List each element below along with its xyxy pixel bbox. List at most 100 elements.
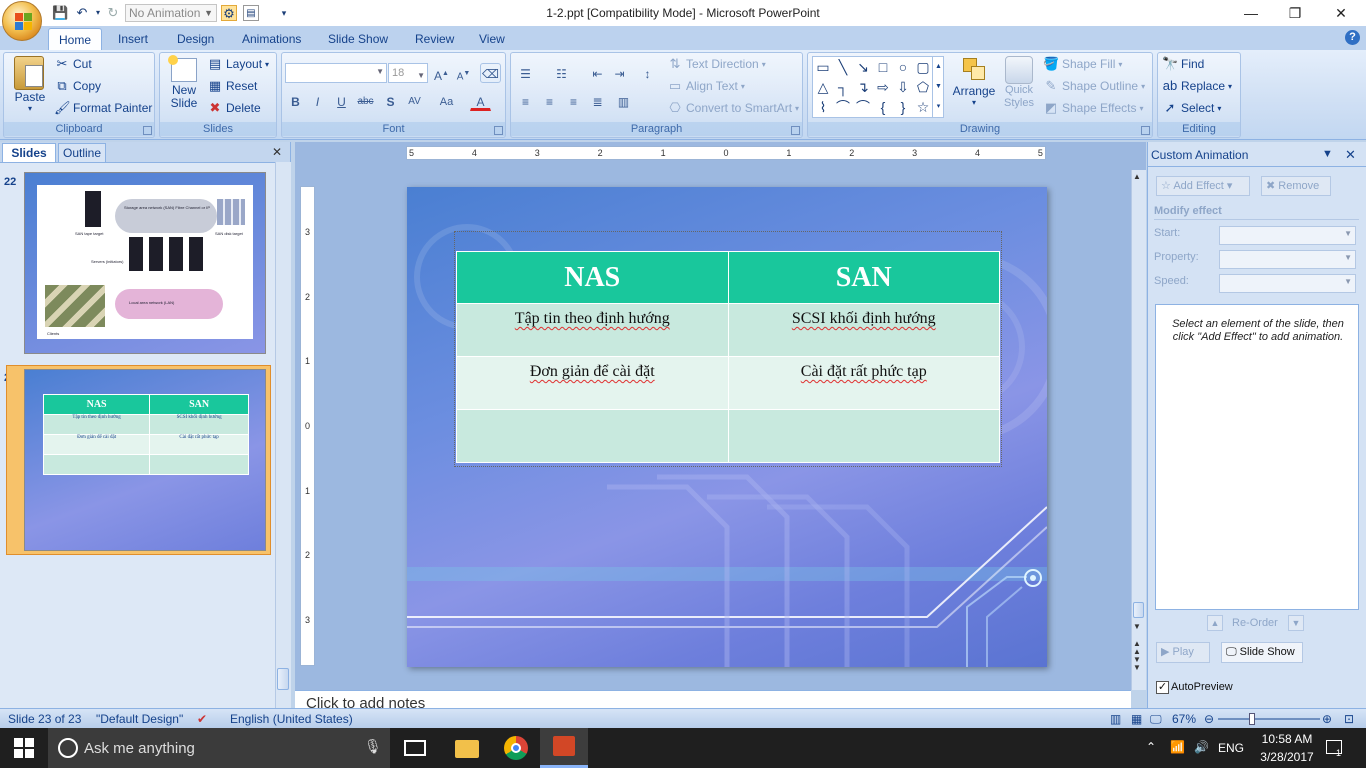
network-icon[interactable]: 📶 [1170,740,1185,754]
undo-dropdown-icon[interactable]: ▾ [90,5,106,21]
notes-pane[interactable]: Click to add notes [295,690,1131,708]
move-up-icon[interactable]: ▲ [1207,615,1223,631]
table-cell[interactable]: Cài đặt rất phức tạp [727,356,1000,410]
block-shape-icon[interactable]: ⬠ [913,77,933,97]
close-icon[interactable]: ✕ [272,145,282,159]
task-view-icon[interactable] [404,740,426,756]
microphone-icon[interactable]: 🎙 [364,738,382,755]
powerpoint-taskbar-button[interactable] [540,728,588,768]
curve-connector-icon[interactable]: ⌒ [853,97,873,117]
zoom-in-icon[interactable]: ⊕ [1322,711,1332,727]
shapes-gallery[interactable]: ▭ ╲ ↘ □ ○ ▢ △ ┐ ↴ ⇨ ⇩ ⬠ ⌇ ⌒ ⌒ { } ☆ ▲ ▼ ▾ [812,56,944,118]
align-center-icon[interactable]: ≡ [539,91,560,111]
new-slide-button[interactable]: New Slide [164,55,204,120]
tab-home[interactable]: Home [48,28,103,50]
text-direction-button[interactable]: ⇅ Text Direction ▾ [667,54,766,74]
table-cell[interactable] [727,409,1000,463]
add-effect-button[interactable]: ☆ Add Effect ▾ [1156,176,1250,196]
arrange-button[interactable]: Arrange ▾ [950,56,998,118]
change-case-icon[interactable]: Aa [436,91,457,111]
next-slide-icon[interactable]: ▼ ▼ [1133,656,1141,672]
close-button[interactable]: ✕ [1318,0,1364,26]
elbow-connector-icon[interactable]: ┐ [833,77,853,97]
preview-animation-icon[interactable]: ⚙ [221,5,237,21]
speed-select[interactable]: ▼ [1219,274,1356,293]
table-header-san[interactable]: SAN [727,251,1000,304]
edit-area-scroll-thumb[interactable] [1133,602,1144,618]
select-button[interactable]: ➚ Select ▾ [1162,98,1222,118]
search-box[interactable]: Ask me anything 🎙 [48,728,390,768]
copy-button[interactable]: ⧉ Copy [54,76,101,96]
shape-outline-button[interactable]: ✎ Shape Outline ▾ [1043,76,1146,96]
slides-panel-scrollbar[interactable] [275,162,291,708]
property-select[interactable]: ▼ [1219,250,1356,269]
table-cell[interactable] [456,409,729,463]
autopreview-checkbox[interactable]: ✓ [1156,681,1169,694]
remove-button[interactable]: ✖ Remove [1261,176,1331,196]
underline-icon[interactable]: U [331,91,352,111]
slide-icon[interactable]: ▤ [243,5,259,21]
zoom-level[interactable]: 67% [1172,711,1196,727]
gallery-scroll[interactable]: ▲ ▼ ▾ [932,57,944,117]
shape-effects-button[interactable]: ◩ Shape Effects ▾ [1043,98,1144,118]
windows-start-icon[interactable] [14,738,34,758]
justify-icon[interactable]: ≣ [587,91,608,111]
tab-view[interactable]: View [469,28,515,50]
slide-show-button[interactable]: 🖵 Slide Show [1221,642,1303,663]
line-spacing-icon[interactable]: ↕ [637,63,658,83]
start-select[interactable]: ▼ [1219,226,1356,245]
table-cell[interactable]: SCSI khối định hướng [727,303,1000,357]
numbering-icon[interactable]: ☷ [551,63,572,83]
fit-to-window-icon[interactable]: ⊡ [1344,711,1354,727]
align-left-icon[interactable]: ≡ [515,91,536,111]
restore-button[interactable]: ❐ [1272,0,1318,26]
layout-button[interactable]: ▤ Layout ▾ [207,54,269,74]
animation-list[interactable] [1155,304,1359,610]
right-brace-icon[interactable]: } [893,97,913,117]
triangle-shape-icon[interactable]: △ [813,77,833,97]
zoom-slider-track[interactable] [1218,718,1320,720]
star-shape-icon[interactable]: ☆ [913,97,933,117]
char-spacing-icon[interactable]: AV [404,91,425,111]
input-language[interactable]: ENG [1218,741,1244,755]
tab-review[interactable]: Review [405,28,464,50]
font-color-icon[interactable]: A [470,91,491,111]
minimize-button[interactable]: — [1228,0,1274,26]
tab-slides[interactable]: Slides [2,143,56,162]
bullets-icon[interactable]: ☰ [515,63,536,83]
animation-select[interactable]: No Animation ▼ [125,4,217,22]
font-family-combo[interactable]: ▼ [285,63,387,83]
grow-font-icon[interactable]: A▲ [431,63,452,83]
strikethrough-icon[interactable]: abc [355,91,376,111]
quick-styles-button[interactable]: Quick Styles [1000,56,1038,118]
file-explorer-icon[interactable] [455,740,479,758]
elbow-arrow-icon[interactable]: ↴ [853,77,873,97]
clock-date[interactable]: 3/28/2017 [1256,750,1318,764]
close-icon[interactable]: ✕ [1345,147,1356,163]
volume-icon[interactable]: 🔊 [1194,740,1209,754]
previous-slide-icon[interactable]: ▲ ▲ [1133,640,1141,656]
show-hidden-icons-icon[interactable]: ⌃ [1146,740,1156,754]
tab-outline[interactable]: Outline [58,143,106,162]
language-indicator[interactable]: English (United States) [230,711,353,727]
help-icon[interactable]: ? [1345,30,1360,45]
tab-insert[interactable]: Insert [108,28,158,50]
delete-button[interactable]: ✖ Delete [207,98,261,118]
tab-animations[interactable]: Animations [232,28,311,50]
slide-sorter-view-icon[interactable]: ▦ [1131,711,1142,727]
shadow-icon[interactable]: S [380,91,401,111]
shrink-font-icon[interactable]: A▼ [453,63,474,83]
find-button[interactable]: 🔭 Find [1162,54,1204,74]
table-cell[interactable]: Tập tin theo định hướng [456,303,729,357]
align-text-button[interactable]: ▭ Align Text ▾ [667,76,745,96]
rectangle-shape-icon[interactable]: □ [873,57,893,77]
shape-fill-button[interactable]: 🪣 Shape Fill ▾ [1043,54,1122,74]
comparison-table[interactable]: NAS SAN Tập tin theo định hướng SCSI khố… [456,251,1000,463]
arc-shape-icon[interactable]: ⌒ [833,97,853,117]
clear-formatting-icon[interactable]: ⌫ [480,63,501,83]
customize-qat-icon[interactable]: ▾ [276,5,292,21]
rounded-rect-shape-icon[interactable]: ▢ [913,57,933,77]
dialog-launcher-icon[interactable] [143,126,152,135]
font-size-combo[interactable]: 18 ▼ [388,63,428,83]
text-box-shape-icon[interactable]: ▭ [813,57,833,77]
